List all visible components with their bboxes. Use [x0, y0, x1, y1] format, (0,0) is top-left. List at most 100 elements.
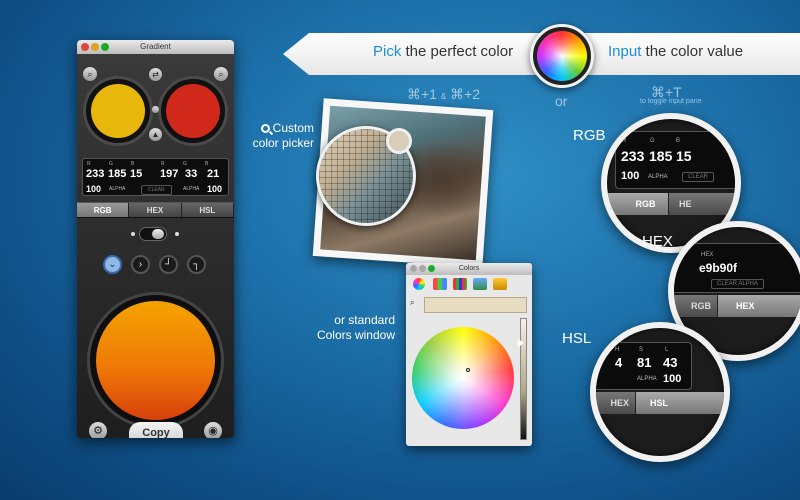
zoom-button[interactable] [101, 43, 109, 51]
header-g-right: G [183, 161, 187, 167]
left-alpha-label: ALPHA [109, 186, 126, 192]
clear-alpha-button[interactable]: CLEAR [141, 185, 172, 195]
hsl-zoom-alpha-value[interactable]: 100 [663, 373, 681, 385]
gradient-mode-toggle[interactable] [139, 227, 167, 241]
rgb-zoom-r-value[interactable]: 233 [621, 148, 644, 164]
left-alpha-value[interactable]: 100 [86, 184, 101, 194]
hex-zoom-tab-rgb[interactable]: RGB [674, 295, 718, 317]
chevron-down-icon[interactable]: ⌄ [103, 255, 122, 274]
tab-hsl[interactable]: HSL [181, 203, 234, 217]
colors-minimize-button[interactable] [419, 265, 426, 272]
hsl-zoom-panel: H S L 4 81 43 ALPHA 100 [596, 342, 692, 390]
header-b-left: B [131, 161, 135, 167]
color-wheel-tab-icon[interactable] [413, 278, 425, 290]
rgb-zoom-clear-button[interactable]: CLEAR [682, 172, 715, 182]
rgb-zoom-g-value[interactable]: 185 [649, 148, 672, 164]
toggle-off-dot [131, 232, 135, 236]
right-color-swatch[interactable] [158, 76, 228, 146]
toggle-on-dot [175, 232, 179, 236]
hsl-zoom-label: HSL [562, 330, 592, 347]
pick-caption: Pick the perfect color [373, 43, 514, 60]
rgb-zoom-b-value[interactable]: 15 [676, 148, 692, 164]
copy-button[interactable]: Copy [129, 422, 183, 438]
left-b-value[interactable]: 15 [130, 168, 142, 180]
corner-bottom-right-icon[interactable]: ┘ [159, 255, 178, 274]
hsl-zoom-tab-hsl[interactable]: HSL [636, 392, 724, 414]
eye-icon[interactable]: ◉ [204, 422, 222, 438]
rgb-zoom-alpha-value[interactable]: 100 [621, 170, 639, 182]
hex-zoom-label: HEX [642, 233, 673, 250]
brightness-slider[interactable] [520, 318, 527, 440]
left-color-fill [91, 84, 145, 138]
hsl-zoom-alpha-label: ALPHA [637, 376, 657, 382]
gear-icon[interactable]: ⚙ [89, 422, 107, 438]
center-dot [152, 106, 159, 113]
right-g-value[interactable]: 33 [185, 168, 197, 180]
close-button[interactable] [81, 43, 89, 51]
or-separator: or [555, 93, 568, 109]
gradient-preview [87, 292, 224, 429]
left-r-value[interactable]: 233 [86, 168, 104, 180]
right-b-value[interactable]: 21 [207, 168, 219, 180]
minimize-button[interactable] [91, 43, 99, 51]
hex-zoom-panel: HEX e9b90f CLEAR ALPHA [674, 243, 800, 293]
hsl-zoom-header-l: L [665, 347, 669, 353]
color-swatch-field[interactable] [424, 297, 527, 313]
colors-titlebar: Colors [406, 263, 532, 275]
right-r-value[interactable]: 197 [160, 168, 178, 180]
hex-zoom-header: HEX [701, 252, 714, 258]
corner-top-right-icon[interactable]: ┐ [187, 255, 206, 274]
format-tabs: RGB HEX HSL [77, 202, 234, 218]
palettes-tab-icon[interactable] [453, 278, 467, 290]
colors-window: Colors ⌕ [406, 263, 532, 446]
custom-picker-callout: Custom color picker [252, 121, 314, 150]
image-palettes-tab-icon[interactable] [473, 278, 487, 290]
rgb-zoom-tab-rgb[interactable]: RGB [607, 193, 669, 215]
picked-color-preview [386, 128, 412, 154]
search-icon[interactable]: ⌕ [410, 298, 414, 308]
eyedropper-right-icon[interactable]: ⌕ [214, 67, 228, 81]
rgb-zoom-panel: R G B 233 185 15 100 ALPHA CLEAR [615, 131, 735, 189]
hex-zoom-tab-hex[interactable]: HEX [718, 295, 800, 317]
chevron-right-icon[interactable]: › [131, 255, 150, 274]
tab-hex[interactable]: HEX [129, 203, 182, 217]
hsl-zoom-tab-hex[interactable]: HEX [596, 392, 636, 414]
tab-rgb[interactable]: RGB [77, 203, 130, 217]
toggle-note: to toggle input pane [640, 98, 702, 105]
right-color-fill [166, 84, 220, 138]
right-alpha-label: ALPHA [183, 186, 200, 192]
hex-zoom-clear-alpha-button[interactable]: CLEAR ALPHA [711, 279, 765, 289]
color-wheel-icon [530, 24, 594, 88]
rgb-zoom-tab-hex[interactable]: HE [669, 193, 735, 215]
left-color-swatch[interactable] [83, 76, 153, 146]
rgb-zoom-label: RGB [573, 127, 606, 144]
window-title: Gradient [140, 42, 171, 51]
wheel-selection-marker[interactable] [466, 368, 470, 372]
arrow-up-icon[interactable]: ▲ [149, 128, 162, 141]
hsl-zoom-s-value[interactable]: 81 [637, 355, 651, 370]
header-r-right: R [161, 161, 165, 167]
colors-zoom-button[interactable] [428, 265, 435, 272]
gradient-window: Gradient ⌕ ⌕ ⇄ ▲ R G B R G B 233 185 15 … [77, 40, 234, 438]
crayons-tab-icon[interactable] [493, 278, 507, 290]
header-b-right: B [205, 161, 209, 167]
input-caption: Input the color value [608, 43, 744, 60]
sliders-tab-icon[interactable] [433, 278, 447, 290]
color-values-panel: R G B R G B 233 185 15 197 33 21 100 ALP… [82, 158, 229, 196]
left-g-value[interactable]: 185 [108, 168, 126, 180]
hsl-zoom-h-value[interactable]: 4 [615, 355, 622, 370]
rgb-zoom-alpha-label: ALPHA [648, 174, 668, 180]
color-wheel[interactable] [412, 327, 514, 429]
hex-zoom-value[interactable]: e9b90f [699, 261, 737, 275]
hsl-zoom-l-value[interactable]: 43 [663, 355, 677, 370]
right-alpha-value[interactable]: 100 [207, 184, 222, 194]
brightness-slider-knob[interactable] [518, 339, 524, 347]
rgb-zoom-header-r: R [622, 138, 627, 144]
swap-colors-icon[interactable]: ⇄ [149, 68, 162, 81]
hsl-zoom-header-h: H [615, 347, 620, 353]
rgb-zoom-header-b: B [676, 138, 681, 144]
colors-close-button[interactable] [410, 265, 417, 272]
header-r-left: R [87, 161, 91, 167]
eyedropper-left-icon[interactable]: ⌕ [83, 67, 97, 81]
header-g-left: G [109, 161, 113, 167]
